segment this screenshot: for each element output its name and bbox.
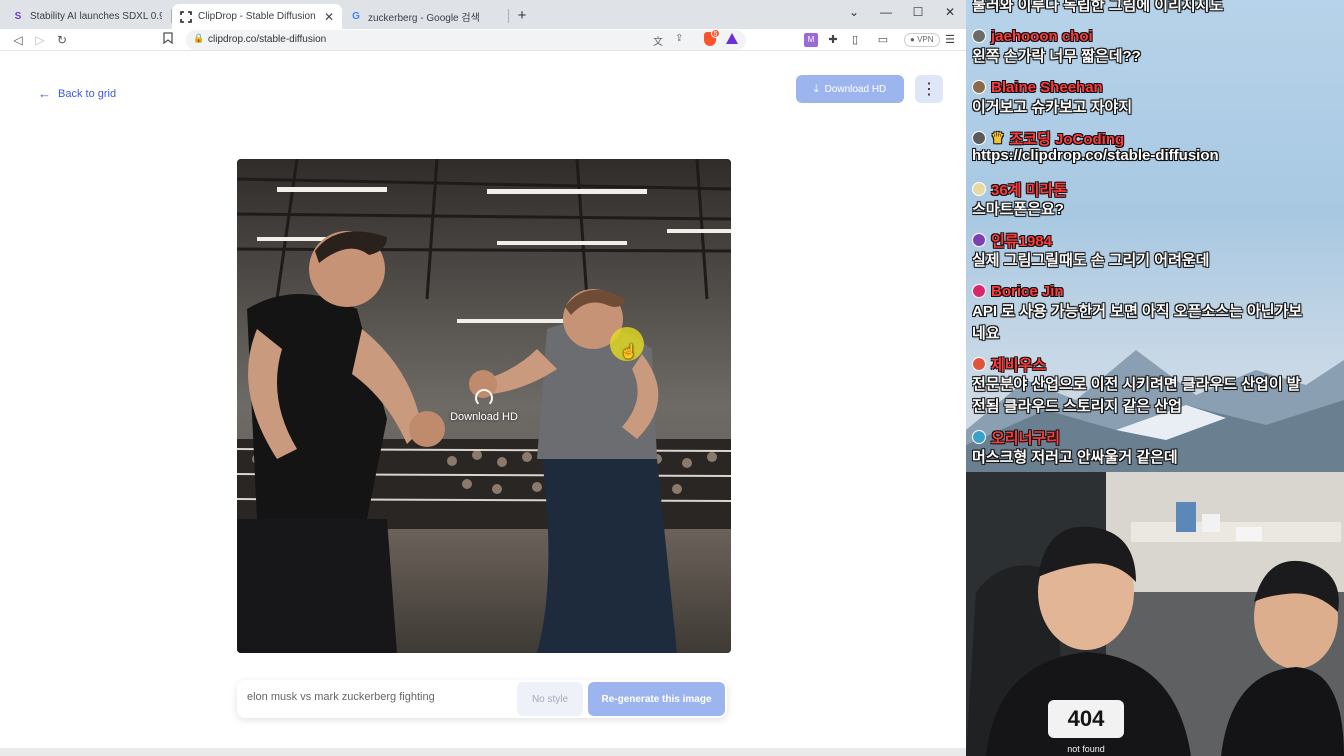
avatar-icon [972, 131, 986, 145]
chat-author: 오리너구리 [972, 428, 1061, 447]
tab-clipdrop[interactable]: ClipDrop - Stable Diffusion ✕ [172, 4, 342, 29]
chat-author-name: 조코딩 JoCoding [1009, 130, 1125, 148]
download-overlay-label[interactable]: Download HD [237, 411, 731, 423]
tab-google[interactable]: G zuckerberg - Google 검색 [342, 4, 506, 29]
chat-message-text: 불러와 이루다 독립한 그림에 이리지지도 [972, 0, 1224, 14]
avatar-icon [972, 29, 986, 43]
webcam-feed: 404 not found [966, 472, 1344, 756]
taskbar-strip [0, 748, 966, 756]
menu-icon[interactable]: ☰ [943, 33, 957, 47]
prompt-input[interactable]: elon musk vs mark zuckerberg fighting [247, 691, 507, 703]
brave-shield-badge: 5 [711, 29, 720, 38]
download-hd-button[interactable]: ⤓ Download HD [796, 75, 904, 103]
loading-spinner-icon [475, 389, 493, 407]
kebab-menu-icon: ⋮ [921, 81, 937, 98]
back-to-grid-label: Back to grid [58, 87, 117, 100]
chat-author-name: 36계 미라톤 [991, 181, 1068, 199]
avatar-icon [972, 357, 986, 371]
url-text: clipdrop.co/stable-diffusion [208, 34, 327, 45]
chat-message-text: 스마트폰은요? [972, 201, 1064, 218]
chat-author-name: jaehooon choi [991, 27, 1093, 45]
avatar-icon [972, 430, 986, 444]
style-select-button[interactable]: No style [517, 682, 583, 716]
chat-message-text: 전문분야 산업으로 이전 시키려면 클라우드 산업이 발 [972, 376, 1301, 393]
chat-author: Borice Jin [972, 282, 1064, 300]
chat-message-text: 실제 그림그릴때도 손 그리기 어려운데 [972, 252, 1210, 269]
chat-author: Blaine Sheehan [972, 78, 1103, 96]
google-favicon-icon: G [352, 11, 360, 22]
more-options-button[interactable]: ⋮ [915, 75, 943, 103]
chat-author-name: 오리너구리 [991, 429, 1061, 447]
clipdrop-page: ← Back to grid ⤓ Download HD ⋮ Download … [0, 52, 966, 756]
chat-author: 제비우스 [972, 355, 1047, 374]
sidebar-icon[interactable]: ▯ [848, 33, 862, 47]
chat-author: 인류1984 [972, 231, 1052, 250]
share-icon[interactable]: ⇪ [675, 33, 683, 44]
back-icon[interactable]: ◁ [10, 32, 26, 48]
tab-divider [508, 9, 509, 23]
back-to-grid-link[interactable]: ← Back to grid [38, 86, 116, 101]
download-hd-label: Download HD [824, 83, 887, 95]
bookmark-icon[interactable] [160, 32, 176, 48]
chat-author: 36계 미라톤 [972, 180, 1068, 199]
plus-icon[interactable]: + [513, 7, 531, 25]
webcam-scene: 404 not found [966, 472, 1344, 756]
reload-icon[interactable]: ↻ [54, 32, 70, 48]
translate-icon[interactable]: 文 [653, 33, 663, 48]
browser-window: S Stability AI launches SDXL 0.9: A Lea … [0, 0, 966, 756]
pointer-hand-icon: ☝ [620, 343, 638, 359]
generated-image[interactable]: Download HD ☝ [237, 159, 731, 653]
live-chat-overlay: 불러와 이루다 독립한 그림에 이리지지도 jaehooon choi 왼쪽 손가락… [966, 0, 1344, 472]
chat-author-name: 제비우스 [991, 356, 1047, 374]
extension-m-icon[interactable]: M [804, 33, 818, 47]
arrow-left-icon: ← [38, 86, 51, 101]
avatar-icon [972, 284, 986, 298]
lock-icon: 🔒 [193, 33, 205, 43]
tab-label: Stability AI launches SDXL 0.9: A Lea [30, 11, 162, 22]
address-bar[interactable]: 🔒 clipdrop.co/stable-diffusion 文 ⇪ [186, 30, 746, 50]
chat-message-text: 전됨 클라우드 스토리지 같은 산업 [972, 398, 1182, 415]
chat-message-text: 네요 [972, 325, 1000, 342]
chat-message-text: API 로 사용 가능한거 보면 아직 오픈소스는 아닌가보 [972, 303, 1303, 320]
brave-rewards-icon[interactable] [726, 33, 738, 44]
chat-author-name: Blaine Sheehan [991, 78, 1103, 96]
chat-message-text: 왼쪽 손가락 너무 짧은데?? [972, 48, 1141, 65]
svg-text:not found: not found [1067, 744, 1105, 754]
avatar-icon [972, 80, 986, 94]
chat-author-name: 인류1984 [991, 232, 1052, 250]
maximize-icon[interactable]: ☐ [907, 4, 929, 20]
stability-favicon-icon: S [14, 11, 22, 22]
tab-strip: S Stability AI launches SDXL 0.9: A Lea … [0, 0, 966, 29]
wallet-icon[interactable]: ▭ [876, 33, 890, 47]
vpn-button[interactable]: ● VPN [904, 33, 940, 47]
chevron-down-icon[interactable]: ⌄ [843, 4, 865, 20]
crown-icon: ♛ [991, 130, 1005, 147]
chat-message-text: 이거보고 슈카보고 자야지 [972, 99, 1133, 116]
minimize-icon[interactable]: — [875, 4, 897, 20]
chat-message-text: https://clipdrop.co/stable-diffusion [972, 147, 1219, 164]
svg-text:404: 404 [1068, 706, 1105, 731]
browser-toolbar: ◁ ▷ ↻ 🔒 clipdrop.co/stable-diffusion 文 ⇪… [0, 29, 966, 51]
puzzle-icon[interactable]: ✚ [826, 33, 840, 47]
prompt-bar: elon musk vs mark zuckerberg fighting No… [237, 680, 727, 718]
forward-icon[interactable]: ▷ [32, 32, 48, 48]
chat-author: jaehooon choi [972, 27, 1093, 45]
clipdrop-icon [180, 10, 192, 23]
close-tab-icon[interactable]: ✕ [318, 10, 334, 24]
chat-message-text: 머스크형 저러고 안싸울거 같은데 [972, 449, 1178, 466]
close-window-icon[interactable]: ✕ [939, 4, 961, 20]
download-icon: ⤓ [813, 82, 819, 95]
tab-label: zuckerberg - Google 검색 [368, 13, 480, 24]
chat-author: ♛ 조코딩 JoCoding [972, 129, 1125, 148]
tab-label: ClipDrop - Stable Diffusion [198, 11, 316, 22]
vpn-label: VPN [917, 35, 934, 44]
tab-stability[interactable]: S Stability AI launches SDXL 0.9: A Lea [4, 4, 170, 29]
chat-author-name: Borice Jin [991, 282, 1064, 300]
avatar-icon [972, 182, 986, 196]
avatar-icon [972, 233, 986, 247]
regenerate-button[interactable]: Re-generate this image [588, 682, 725, 716]
